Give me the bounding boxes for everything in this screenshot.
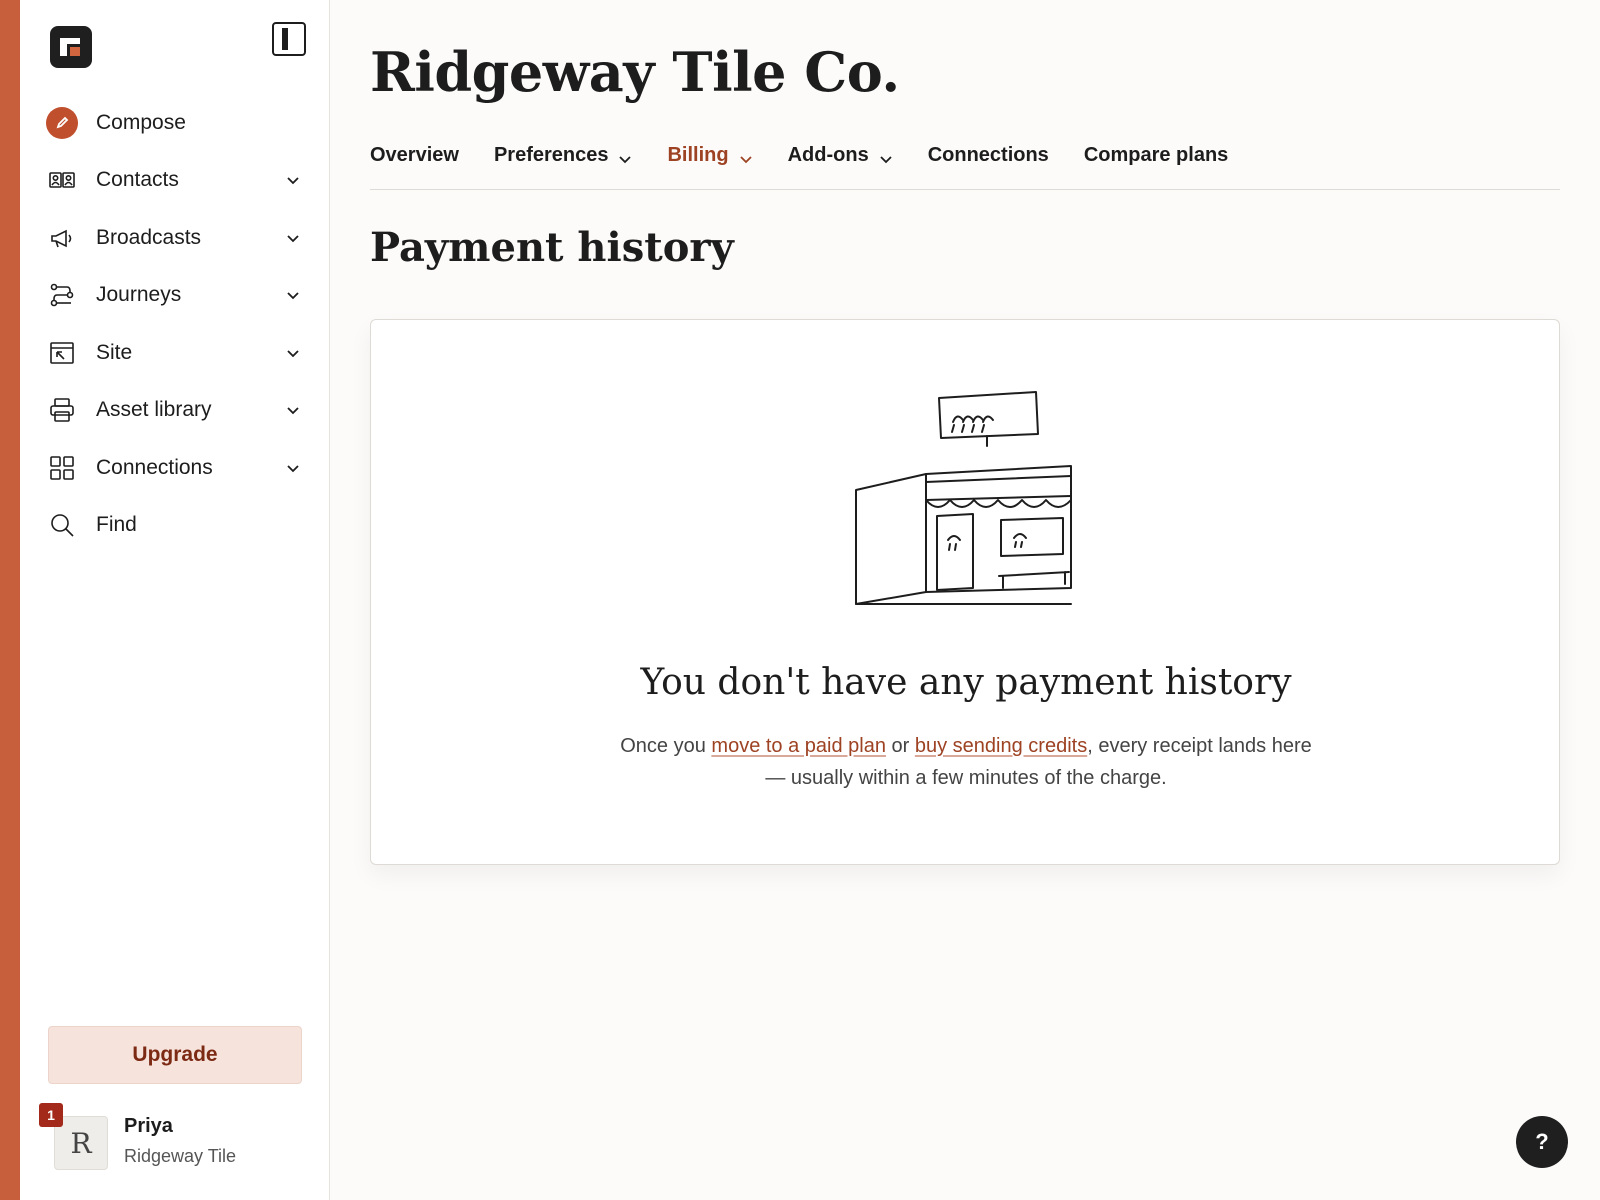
search-icon (48, 511, 76, 539)
tab-label: Connections (927, 144, 1049, 166)
payment-history-card: You don't have any payment history Once … (370, 319, 1560, 865)
app-logo-icon[interactable] (50, 26, 92, 68)
site-icon (48, 339, 76, 367)
user-name: Priya (124, 1115, 173, 1137)
megaphone-icon (48, 224, 76, 252)
sending-credits-link[interactable]: buy sending credits (915, 735, 1087, 757)
sidebar: Compose Contacts Broadcasts Journeys Sit… (20, 0, 330, 1200)
tab-connections[interactable]: Connections (928, 138, 1049, 189)
help-button[interactable]: ? (1516, 1116, 1568, 1168)
settings-tabs: Overview Preferences Billing Add-ons Con… (370, 138, 1560, 190)
contacts-icon (48, 166, 76, 194)
chevron-down-icon (286, 403, 300, 417)
tab-label: Compare plans (1083, 144, 1229, 166)
printer-icon (48, 396, 76, 424)
sidebar-collapse-icon[interactable] (272, 22, 306, 56)
user-account[interactable]: R 1 Priya Ridgeway Tile (39, 1103, 318, 1174)
sidebar-item-label: Contacts (96, 168, 179, 192)
sidebar-item-asset-library[interactable]: Asset library (20, 382, 330, 440)
section-title: Payment history (370, 224, 734, 271)
accent-bar (0, 0, 20, 1200)
tab-label: Billing (667, 144, 729, 166)
paid-plan-link[interactable]: move to a paid plan (711, 735, 886, 757)
sidebar-item-label: Broadcasts (96, 225, 202, 249)
sidebar-item-label: Journeys (96, 283, 182, 307)
tab-add-ons[interactable]: Add-ons (788, 138, 893, 189)
tab-preferences[interactable]: Preferences (494, 138, 633, 189)
chevron-down-icon (739, 149, 753, 164)
sidebar-item-label: Asset library (96, 398, 212, 422)
upgrade-button[interactable]: Upgrade (48, 1026, 302, 1084)
desc-text: or (885, 735, 915, 757)
sidebar-item-find[interactable]: Find (20, 497, 330, 555)
desc-text: Once you (620, 735, 712, 757)
flow-icon (48, 281, 76, 309)
tab-label: Add-ons (787, 144, 869, 166)
tab-label: Overview (370, 144, 459, 166)
chevron-down-icon (286, 288, 300, 302)
sidebar-item-label: Connections (96, 455, 213, 479)
grid-icon (48, 454, 76, 482)
empty-state-title: You don't have any payment history (640, 662, 1292, 703)
sidebar-item-broadcasts[interactable]: Broadcasts (20, 209, 330, 267)
sidebar-item-label: Site (96, 340, 133, 364)
sidebar-item-label: Compose (96, 110, 186, 134)
chevron-down-icon (618, 149, 632, 164)
sidebar-nav: Compose Contacts Broadcasts Journeys Sit… (20, 94, 330, 554)
tab-billing[interactable]: Billing (667, 138, 752, 189)
sidebar-item-journeys[interactable]: Journeys (20, 267, 330, 325)
chevron-down-icon (286, 231, 300, 245)
tab-overview[interactable]: Overview (370, 138, 459, 189)
notification-badge: 1 (39, 1103, 63, 1127)
sidebar-item-label: Find (96, 513, 137, 537)
empty-state-description: Once you move to a paid plan or buy send… (616, 730, 1316, 794)
chevron-down-icon (286, 461, 300, 475)
sidebar-item-compose[interactable]: Compose (20, 94, 330, 152)
tab-label: Preferences (493, 144, 609, 166)
chevron-down-icon (286, 346, 300, 360)
sidebar-item-connections[interactable]: Connections (20, 439, 330, 497)
chevron-down-icon (879, 149, 893, 164)
tab-compare-plans[interactable]: Compare plans (1084, 138, 1228, 189)
storefront-illustration (855, 391, 1072, 605)
page-title: Ridgeway Tile Co. (370, 40, 900, 104)
chevron-down-icon (286, 173, 300, 187)
pencil-icon (46, 106, 78, 139)
sidebar-item-site[interactable]: Site (20, 324, 330, 382)
user-org: Ridgeway Tile (124, 1146, 237, 1166)
sidebar-item-contacts[interactable]: Contacts (20, 152, 330, 210)
main-content: Ridgeway Tile Co. Overview Preferences B… (370, 0, 1560, 1200)
